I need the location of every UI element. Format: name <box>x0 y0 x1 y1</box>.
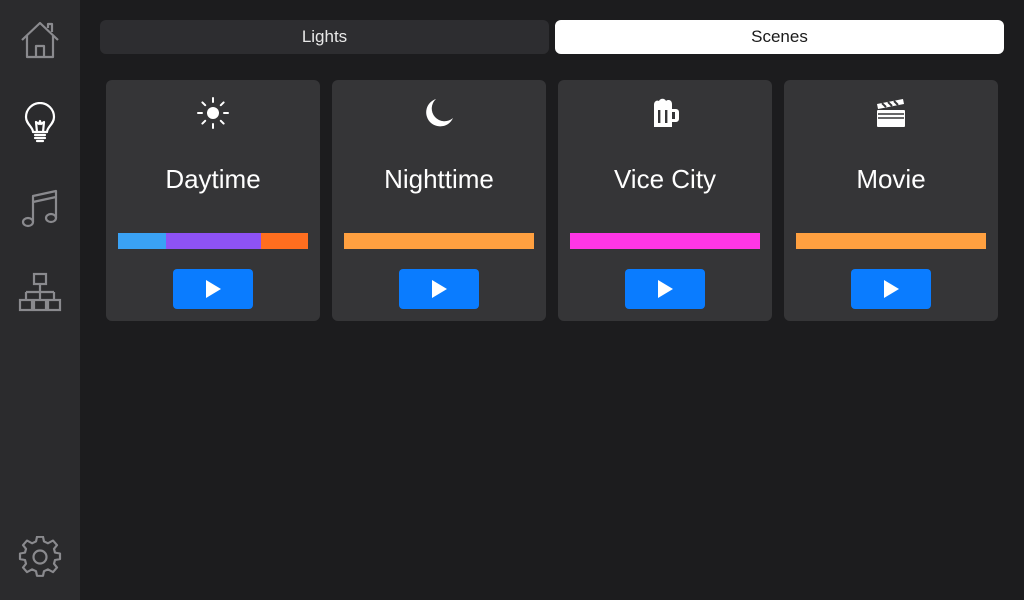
color-segment <box>165 233 261 249</box>
play-scene-button[interactable] <box>851 269 931 309</box>
scene-title: Movie <box>856 164 926 194</box>
scene-color-bar <box>570 233 760 249</box>
scene-card-movie: Movie <box>784 80 998 321</box>
play-icon <box>658 280 673 298</box>
color-segment <box>260 233 308 249</box>
sidebar <box>0 0 80 600</box>
play-icon <box>884 280 899 298</box>
lightbulb-icon <box>24 102 56 143</box>
scene-grid: Daytime Nighttime Vice City Movie <box>106 80 998 321</box>
scene-color-bar <box>344 233 534 249</box>
tab-lights[interactable]: Lights <box>100 20 549 54</box>
tab-scenes[interactable]: Scenes <box>555 20 1004 54</box>
music-note-icon <box>21 189 58 228</box>
sidebar-item-settings[interactable] <box>0 518 80 598</box>
play-scene-button[interactable] <box>173 269 253 309</box>
moon-icon <box>426 99 453 127</box>
sun-icon <box>197 97 229 129</box>
play-icon <box>206 280 221 298</box>
scene-title: Nighttime <box>384 164 494 194</box>
view-tabs: Lights Scenes <box>100 20 1004 54</box>
scene-color-bar <box>118 233 308 249</box>
sidebar-item-home[interactable] <box>0 0 80 80</box>
play-icon <box>432 280 447 298</box>
network-tree-icon <box>18 272 62 312</box>
scene-color-bar <box>796 233 986 249</box>
scene-title: Vice City <box>613 164 717 194</box>
clapperboard-icon <box>877 99 905 127</box>
scene-card-vice-city: Vice City <box>558 80 772 321</box>
home-icon <box>21 21 59 59</box>
sidebar-item-network[interactable] <box>0 253 80 333</box>
color-segment <box>570 233 760 249</box>
scene-card-nighttime: Nighttime <box>332 80 546 321</box>
scene-title: Daytime <box>165 164 261 194</box>
color-segment <box>796 233 986 249</box>
sidebar-item-lights[interactable] <box>0 84 80 164</box>
sidebar-item-music[interactable] <box>0 169 80 249</box>
color-segment <box>118 233 166 249</box>
app-root: Lights Scenes Daytime Nighttime Vice Cit… <box>0 0 1024 600</box>
play-scene-button[interactable] <box>625 269 705 309</box>
play-scene-button[interactable] <box>399 269 479 309</box>
color-segment <box>344 233 534 249</box>
scene-card-daytime: Daytime <box>106 80 320 321</box>
gear-icon <box>18 536 62 577</box>
beer-mug-icon <box>654 98 679 127</box>
